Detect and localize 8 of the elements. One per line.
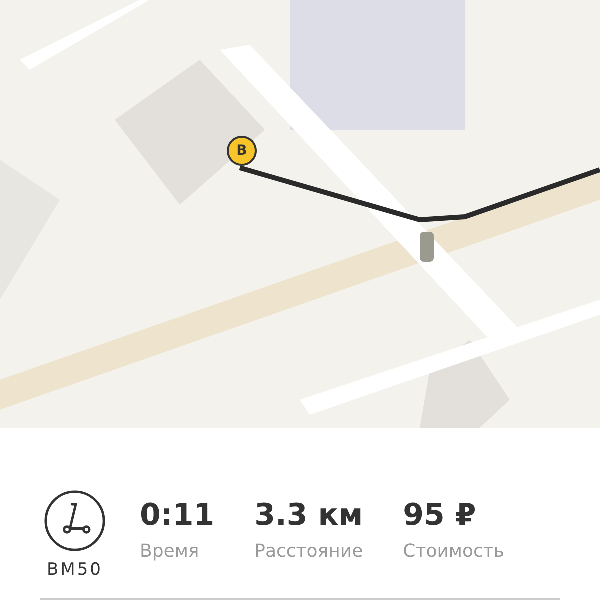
scooter-icon [44,490,106,552]
stat-label: Стоимость [403,541,505,562]
stat-label: Расстояние [254,541,364,562]
stat-value: 3.3 км [254,498,364,533]
vehicle-name: BM50 [47,560,103,580]
stat-value: 95 ₽ [403,498,478,533]
stat-label: Время [140,541,200,562]
stat-value: 0:11 [140,498,215,533]
